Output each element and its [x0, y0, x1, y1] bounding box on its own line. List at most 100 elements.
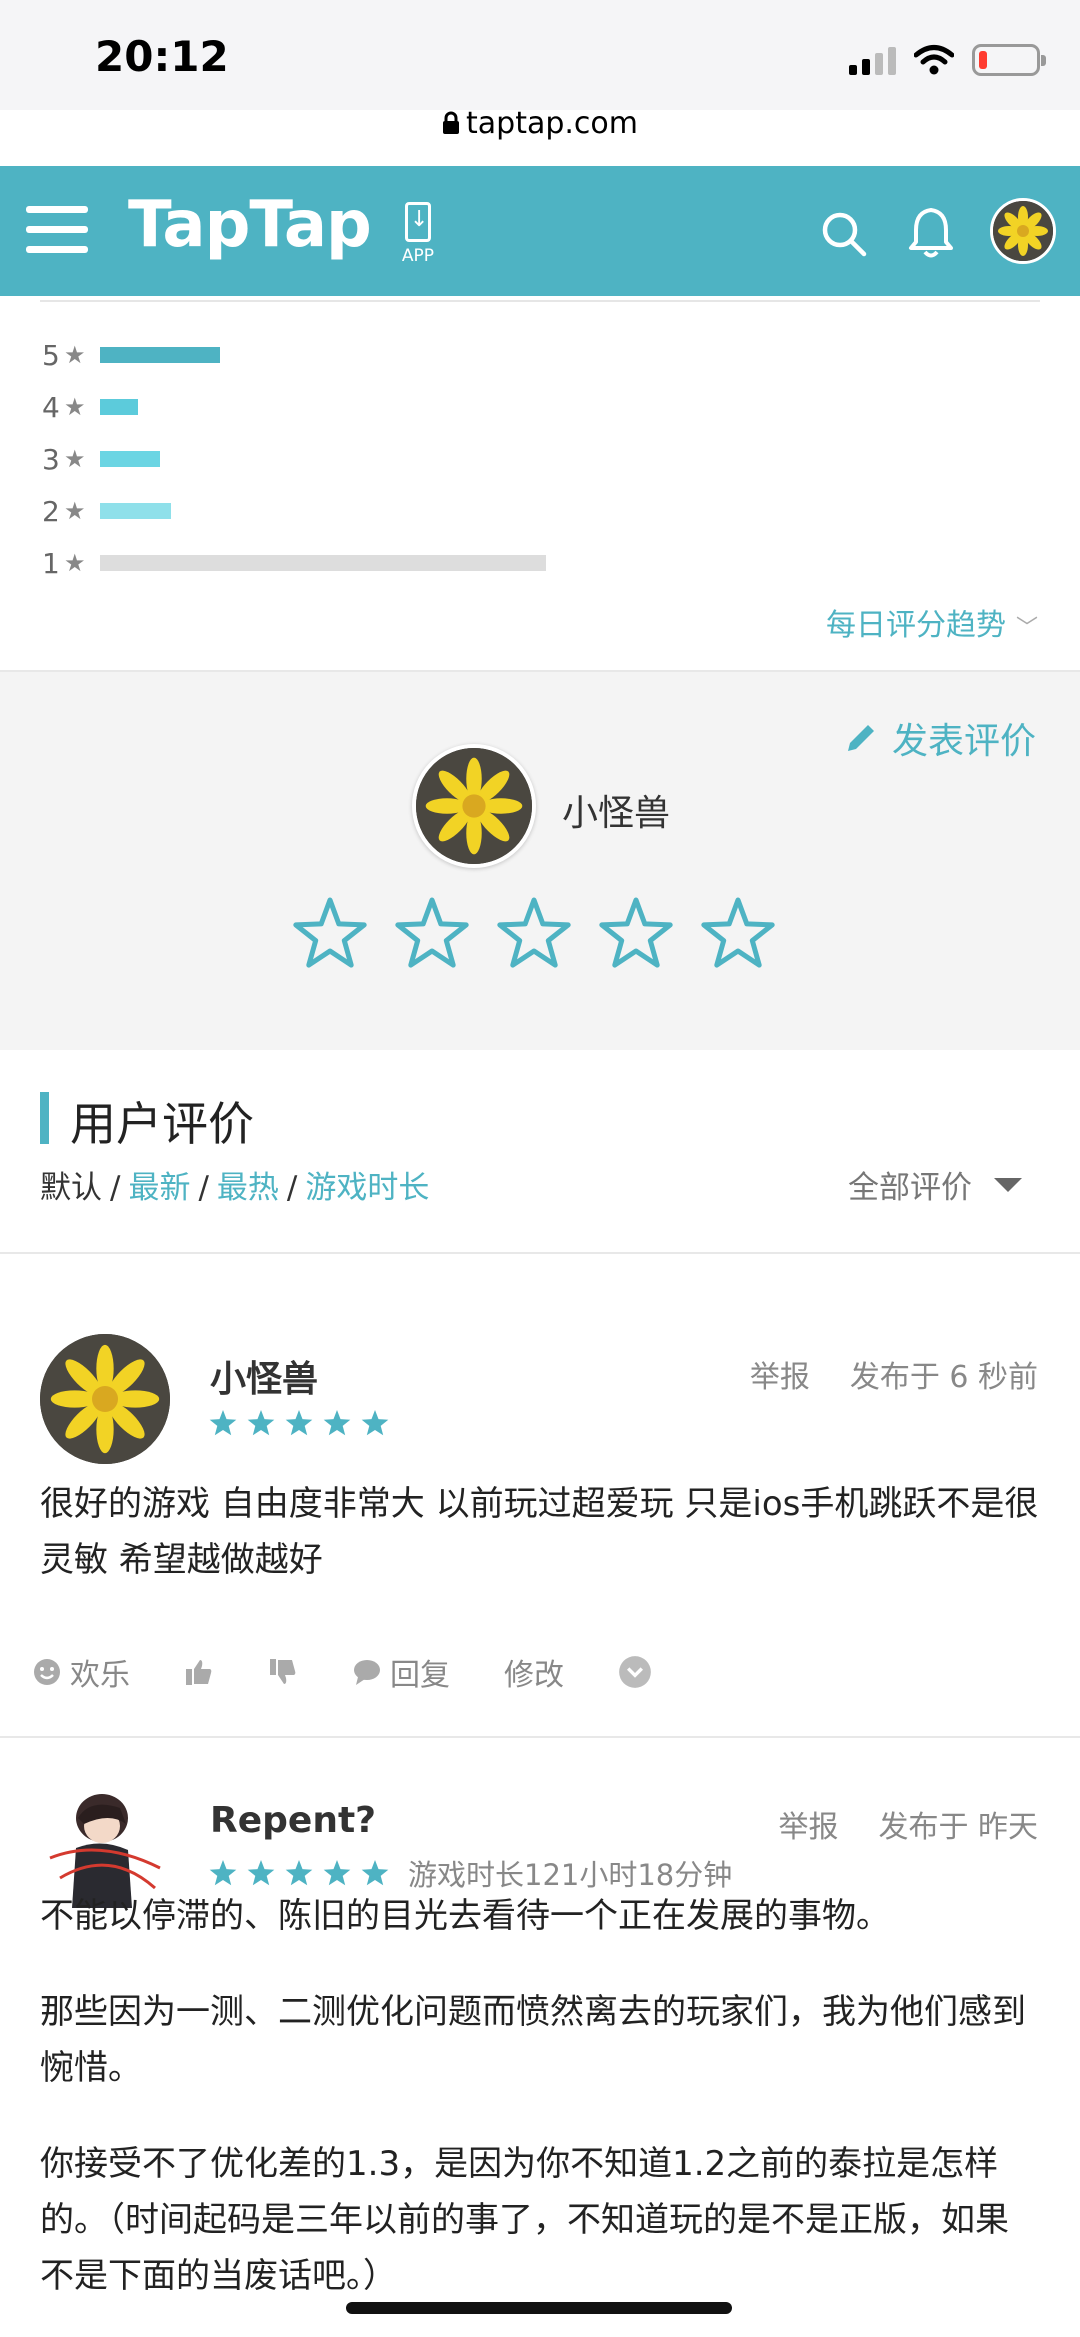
- review-item: 小怪兽 举报 发布于 6 秒前 很好的游戏 自由度非常大 以前玩过超爱玩 只是i…: [0, 1254, 1080, 1738]
- user-avatar[interactable]: [990, 198, 1056, 264]
- status-time: 20:12: [95, 32, 229, 81]
- edit-button[interactable]: 修改: [504, 1650, 564, 1694]
- star-outline-icon[interactable]: [698, 894, 778, 974]
- reviewer-avatar[interactable]: [40, 1334, 170, 1464]
- thumbs-up-icon: [186, 1660, 212, 1685]
- rating-row-1: 1 ★: [42, 547, 546, 580]
- star-level-label: 5: [42, 338, 60, 372]
- chevron-down-icon: ﹀: [1015, 616, 1038, 641]
- daily-rating-trend-link[interactable]: 每日评分趋势 ﹀: [826, 600, 1038, 644]
- review-paragraph: 那些因为一测、二测优化问题而愤然离去的玩家们，我为他们感到惋惜。: [40, 1992, 1026, 2088]
- taptap-logo[interactable]: TapTap: [128, 188, 372, 262]
- reviewer-name[interactable]: 小怪兽: [210, 1350, 318, 1402]
- fun-label: 欢乐: [70, 1658, 130, 1693]
- review-rating: [208, 1408, 390, 1438]
- cellular-signal-icon: [849, 45, 896, 75]
- star-level-label: 3: [42, 442, 60, 476]
- filter-label: 全部评价: [848, 1170, 972, 1206]
- star-outline-icon[interactable]: [290, 894, 370, 974]
- url-bar[interactable]: taptap.com: [0, 104, 1080, 144]
- bell-icon[interactable]: [906, 206, 956, 260]
- sort-playtime[interactable]: 游戏时长: [305, 1170, 429, 1206]
- rating-row-3: 3 ★: [42, 442, 160, 476]
- review-item: Repent? 游戏时长121小时18分钟 举报 发布于 昨天 不能以停滞的、陈…: [0, 1740, 1080, 2337]
- star-icon: ★: [64, 341, 86, 369]
- star-outline-icon[interactable]: [596, 894, 676, 974]
- star-icon: ★: [64, 445, 86, 473]
- review-body: 不能以停滞的、陈旧的目光去看待一个正在发展的事物。 那些因为一测、二测优化问题而…: [40, 1888, 1040, 2337]
- write-review-section: 发表评价 小怪兽: [0, 670, 1080, 1050]
- rating-distribution: 5 ★ 4 ★ 3 ★ 2 ★ 1 ★ 每日评分趋势 ﹀: [0, 296, 1080, 670]
- divider: [40, 300, 1040, 302]
- my-avatar: [412, 744, 536, 868]
- star-filled-icon: [323, 1860, 351, 1886]
- star-filled-icon: [285, 1410, 313, 1436]
- reply-button[interactable]: 回复: [352, 1650, 450, 1694]
- rating-row-2: 2 ★: [42, 494, 171, 528]
- fun-button[interactable]: 欢乐: [32, 1650, 130, 1694]
- phone-download-icon: [405, 202, 431, 242]
- star-filled-icon: [361, 1410, 389, 1436]
- battery-icon: [972, 44, 1046, 76]
- comment-bubble-icon: [354, 1660, 380, 1685]
- url-text: taptap.com: [466, 106, 638, 141]
- rating-bar: [100, 555, 546, 571]
- wifi-icon: [914, 45, 954, 75]
- review-filter-dropdown[interactable]: 全部评价: [848, 1162, 1022, 1207]
- review-time: 发布于 昨天: [878, 1810, 1038, 1845]
- reviews-header: 用户评价 默认 / 最新 / 最热 / 游戏时长 全部评价: [0, 1050, 1080, 1254]
- review-meta: 举报 发布于 6 秒前: [750, 1352, 1038, 1396]
- flower-avatar-image: [416, 748, 532, 864]
- sort-default[interactable]: 默认: [40, 1170, 102, 1206]
- star-filled-icon: [323, 1410, 351, 1436]
- chevron-circle-down-icon: [619, 1656, 651, 1688]
- review-paragraph: 不能以停滞的、陈旧的目光去看待一个正在发展的事物。: [40, 1896, 890, 1936]
- review-meta: 举报 发布于 昨天: [778, 1802, 1038, 1846]
- rating-bar: [100, 347, 220, 363]
- search-icon[interactable]: [820, 210, 868, 258]
- like-button[interactable]: [184, 1657, 214, 1687]
- menu-icon[interactable]: [26, 206, 88, 256]
- star-outline-icon[interactable]: [494, 894, 574, 974]
- review-paragraph: 你接受不了优化差的1.3，是因为你不知道1.2之前的泰拉是怎样的。（时间起码是三…: [40, 2144, 1009, 2296]
- app-label: APP: [401, 246, 435, 266]
- flower-avatar-image: [993, 201, 1053, 261]
- rating-bar: [100, 399, 138, 415]
- star-filled-icon: [247, 1860, 275, 1886]
- write-review-label: 发表评价: [891, 721, 1036, 762]
- section-title: 用户评价: [40, 1088, 254, 1154]
- review-time: 发布于 6 秒前: [849, 1360, 1038, 1395]
- sort-options: 默认 / 最新 / 最热 / 游戏时长: [40, 1170, 430, 1206]
- star-icon: ★: [64, 497, 86, 525]
- smiley-icon: [34, 1659, 60, 1685]
- rating-bar: [100, 503, 171, 519]
- my-username: 小怪兽: [562, 793, 671, 834]
- star-filled-icon: [247, 1410, 275, 1436]
- dislike-button[interactable]: [268, 1657, 298, 1687]
- star-filled-icon: [361, 1860, 389, 1886]
- status-icons: [849, 40, 1046, 80]
- home-indicator[interactable]: [346, 2302, 732, 2314]
- star-level-label: 2: [42, 494, 60, 528]
- rating-bar: [100, 451, 160, 467]
- write-review-button[interactable]: 发表评价: [844, 712, 1036, 764]
- thumbs-down-icon: [270, 1659, 296, 1684]
- rating-row-4: 4 ★: [42, 391, 138, 424]
- rating-stars-input: [290, 894, 778, 974]
- download-app-button[interactable]: APP: [396, 202, 440, 274]
- report-link[interactable]: 举报: [750, 1352, 810, 1396]
- caret-down-icon: [994, 1177, 1022, 1192]
- star-outline-icon[interactable]: [392, 894, 472, 974]
- review-paragraph: 很好的游戏 自由度非常大 以前玩过超爱玩 只是ios手机跳跃不是很灵敏 希望越做…: [40, 1484, 1039, 1580]
- flower-avatar-image: [40, 1334, 170, 1464]
- report-link[interactable]: 举报: [778, 1802, 838, 1846]
- reviewer-name[interactable]: Repent?: [210, 1800, 376, 1841]
- sort-hottest[interactable]: 最热: [217, 1170, 279, 1206]
- lock-icon: [443, 111, 459, 134]
- more-button[interactable]: [618, 1655, 652, 1689]
- star-filled-icon: [209, 1860, 237, 1886]
- star-filled-icon: [285, 1860, 313, 1886]
- sort-latest[interactable]: 最新: [128, 1170, 190, 1206]
- trend-label: 每日评分趋势: [825, 608, 1006, 643]
- star-icon: ★: [64, 393, 86, 421]
